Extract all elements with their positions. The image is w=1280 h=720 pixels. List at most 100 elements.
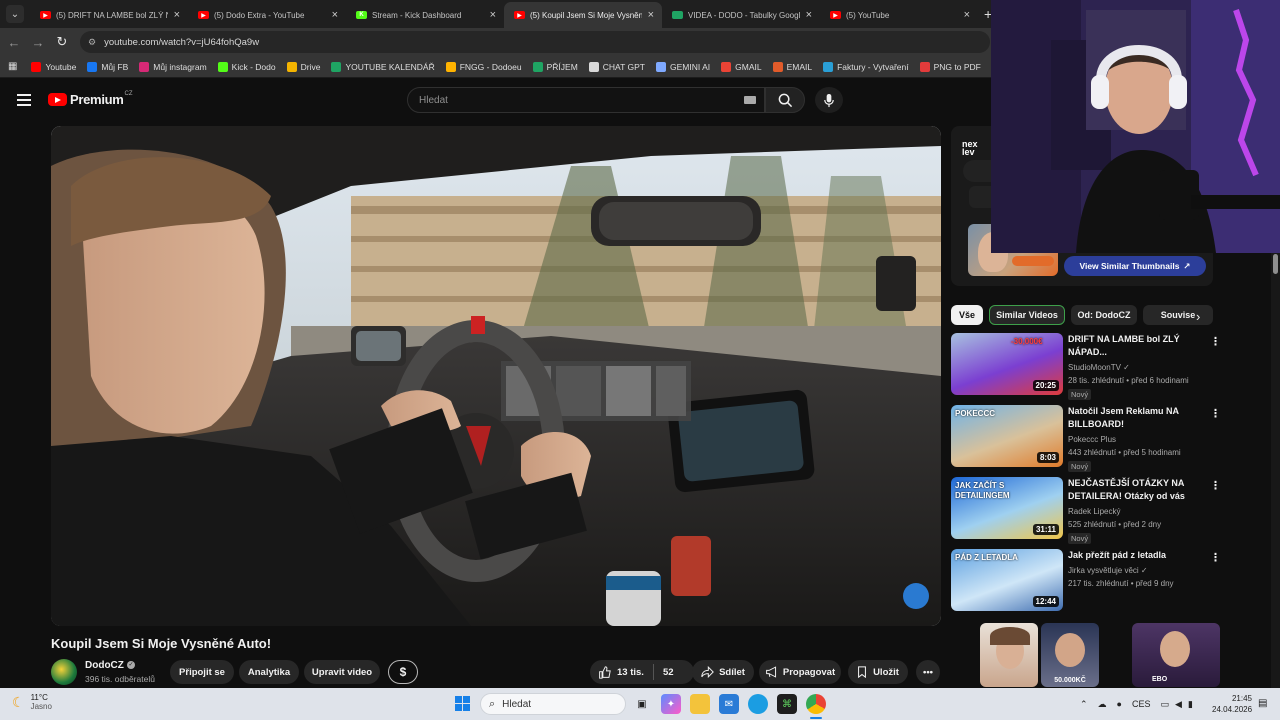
video-player[interactable] bbox=[51, 126, 941, 626]
page-scrollbar[interactable] bbox=[1271, 253, 1280, 688]
more-options-icon[interactable]: ⋮ bbox=[1210, 479, 1221, 492]
dislike-count[interactable]: 52 bbox=[663, 667, 674, 678]
edge-icon[interactable] bbox=[748, 694, 768, 714]
back-button[interactable]: ← bbox=[2, 35, 26, 50]
join-button[interactable]: Připojit se bbox=[170, 660, 234, 684]
tab-search-button[interactable]: ⌄ bbox=[6, 5, 24, 23]
browser-tab-5[interactable]: VIDEA - DODO - Tabulky Google × bbox=[662, 2, 820, 28]
scrollbar-thumb[interactable] bbox=[1273, 254, 1278, 274]
video-title[interactable]: NEJČASTĚJŠÍ OTÁZKY NA DETAILERA! Otázky … bbox=[1068, 477, 1198, 503]
battery-icon[interactable]: ▮ bbox=[1188, 699, 1193, 710]
bookmark-10[interactable]: GEMINI AI bbox=[655, 61, 710, 72]
bookmark-8[interactable]: PŘÍJEM bbox=[532, 61, 578, 72]
microphone-icon[interactable]: ● bbox=[1117, 699, 1122, 709]
reload-button[interactable]: ↻ bbox=[50, 34, 74, 50]
browser-tab-6[interactable]: ▶ (5) YouTube × bbox=[820, 2, 978, 28]
browser-tab-4[interactable]: ▶ (5) Koupil Jsem Si Moje Vysněné Auto × bbox=[504, 2, 662, 28]
site-info-icon[interactable]: ⚙ bbox=[88, 37, 96, 48]
chip-4[interactable]: Souvise bbox=[1143, 305, 1213, 325]
recommended-video[interactable]: JAK ZAČÍT S DETAILINGEM 31:11 NEJČASTĚJŠÍ … bbox=[951, 477, 1221, 544]
video-thumbnail[interactable]: POKECCC 8:03 bbox=[951, 405, 1063, 467]
thanks-button[interactable]: $ bbox=[388, 660, 418, 684]
search-button[interactable] bbox=[765, 87, 805, 113]
notification-icon[interactable]: ▤ bbox=[1258, 698, 1267, 709]
more-options-icon[interactable]: ⋮ bbox=[1210, 551, 1221, 564]
chip-3[interactable]: Od: DodoCZ bbox=[1071, 305, 1137, 325]
weather-widget[interactable]: ☾ 11°C Jasno bbox=[12, 693, 52, 711]
bookmark-14[interactable]: PNG to PDF bbox=[919, 61, 981, 72]
bookmark-7[interactable]: FNGG - Dodoeu bbox=[445, 61, 522, 72]
guide-menu-icon[interactable] bbox=[17, 94, 31, 109]
bookmark-6[interactable]: YOUTUBE KALENDÁŘ bbox=[331, 61, 435, 72]
close-icon[interactable]: × bbox=[806, 9, 812, 21]
browser-tab-3[interactable]: K Stream - Kick Dashboard × bbox=[346, 2, 504, 28]
bookmark-1[interactable]: Youtube bbox=[31, 61, 76, 72]
video-channel[interactable]: Jirka vysvětluje věci ✓ bbox=[1068, 566, 1148, 575]
video-channel[interactable]: StudioMoonTV ✓ bbox=[1068, 363, 1130, 372]
close-icon[interactable]: × bbox=[648, 9, 654, 21]
share-button[interactable]: Sdílet bbox=[692, 660, 754, 684]
chip-1[interactable]: Vše bbox=[951, 305, 983, 325]
close-icon[interactable]: × bbox=[174, 9, 180, 21]
terminal-icon[interactable]: ⌘ bbox=[777, 694, 797, 714]
bookmark-4[interactable]: Kick - Dodo bbox=[217, 61, 276, 72]
video-thumbnail[interactable]: JAK ZAČÍT S DETAILINGEM 31:11 bbox=[951, 477, 1063, 539]
language-indicator[interactable]: CES bbox=[1132, 699, 1151, 709]
file-explorer-icon[interactable] bbox=[690, 694, 710, 714]
taskbar-search[interactable]: ⌕ Hledat bbox=[480, 693, 626, 715]
more-actions-button[interactable]: ••• bbox=[916, 660, 940, 684]
video-title[interactable]: Natočil Jsem Reklamu NA BILLBOARD! bbox=[1068, 405, 1198, 431]
video-channel[interactable]: Radek Lipecký bbox=[1068, 507, 1120, 516]
close-icon[interactable]: × bbox=[332, 9, 338, 21]
more-options-icon[interactable]: ⋮ bbox=[1210, 335, 1221, 348]
start-button[interactable] bbox=[455, 696, 471, 712]
like-count[interactable]: 13 tis. bbox=[617, 667, 644, 678]
volume-icon[interactable]: ◀ bbox=[1175, 699, 1182, 710]
video-channel[interactable]: Pokeccc Plus bbox=[1068, 435, 1116, 444]
keyboard-icon[interactable] bbox=[744, 96, 756, 104]
channel-name[interactable]: DodoCZ bbox=[85, 660, 124, 671]
video-title[interactable]: Jak přežít pád z letadla bbox=[1068, 549, 1198, 562]
bookmark-2[interactable]: Můj FB bbox=[87, 61, 128, 72]
short-thumbnail-3[interactable]: EBO bbox=[1132, 623, 1220, 687]
bookmark-5[interactable]: Drive bbox=[286, 61, 320, 72]
channel-avatar[interactable] bbox=[51, 659, 77, 685]
close-icon[interactable]: × bbox=[490, 9, 496, 21]
analytics-button[interactable]: Analytika bbox=[239, 660, 299, 684]
forward-button[interactable]: → bbox=[26, 35, 50, 50]
video-thumbnail[interactable]: -30,000€ 20:25 bbox=[951, 333, 1063, 395]
browser-tab-2[interactable]: ▶ (5) Dodo Extra - YouTube × bbox=[188, 2, 346, 28]
chrome-icon[interactable] bbox=[806, 694, 826, 714]
bookmark-9[interactable]: CHAT GPT bbox=[588, 61, 645, 72]
network-icon[interactable]: ▭ bbox=[1161, 699, 1170, 710]
view-similar-thumbnails-button[interactable]: View Similar Thumbnails ↗ bbox=[1064, 256, 1206, 276]
youtube-premium-logo[interactable]: Premium CZ bbox=[48, 91, 133, 107]
chevron-up-icon[interactable]: ⌃ bbox=[1080, 699, 1088, 710]
close-icon[interactable]: × bbox=[964, 9, 970, 21]
chip-2[interactable]: Similar Videos bbox=[989, 305, 1065, 325]
chevron-right-icon[interactable]: › bbox=[1196, 309, 1200, 324]
video-title[interactable]: DRIFT NA LAMBE bol ZLÝ NÁPAD... bbox=[1068, 333, 1198, 359]
voice-search-button[interactable] bbox=[815, 87, 843, 113]
bookmark-12[interactable]: EMAIL bbox=[772, 61, 812, 72]
more-options-icon[interactable]: ⋮ bbox=[1210, 407, 1221, 420]
recommended-video[interactable]: PÁD Z LETADLA 12:44 Jak přežít pád z letad… bbox=[951, 549, 1221, 611]
bookmark-3[interactable]: Můj instagram bbox=[139, 61, 207, 72]
address-bar[interactable]: ⚙ youtube.com/watch?v=jU64fohQa9w bbox=[80, 31, 990, 53]
edit-video-button[interactable]: Upravit video bbox=[304, 660, 380, 684]
recommended-video[interactable]: -30,000€ 20:25 DRIFT NA LAMBE bol ZLÝ NÁPA… bbox=[951, 333, 1221, 400]
short-thumbnail-1[interactable] bbox=[980, 623, 1038, 687]
outlook-icon[interactable]: ✉ bbox=[719, 694, 739, 714]
short-thumbnail-2[interactable]: 50.000KČ bbox=[1041, 623, 1099, 687]
browser-tab-1[interactable]: ▶ (5) DRIFT NA LAMBE bol ZLÝ NÁPAD × bbox=[30, 2, 188, 28]
clock[interactable]: 21:45 24.04.2026 bbox=[1212, 693, 1252, 715]
copilot-icon[interactable]: ✦ bbox=[661, 694, 681, 714]
apps-grid-icon[interactable]: ▦ bbox=[8, 61, 17, 72]
bookmark-13[interactable]: Faktury - Vytvaření bbox=[823, 61, 909, 72]
video-thumbnail[interactable]: PÁD Z LETADLA 12:44 bbox=[951, 549, 1063, 611]
bookmark-11[interactable]: GMAIL bbox=[721, 61, 762, 72]
promote-button[interactable]: Propagovat bbox=[759, 660, 841, 684]
like-icon[interactable] bbox=[598, 665, 611, 679]
cloud-icon[interactable]: ☁ bbox=[1098, 699, 1107, 710]
save-button[interactable]: Uložit bbox=[848, 660, 908, 684]
